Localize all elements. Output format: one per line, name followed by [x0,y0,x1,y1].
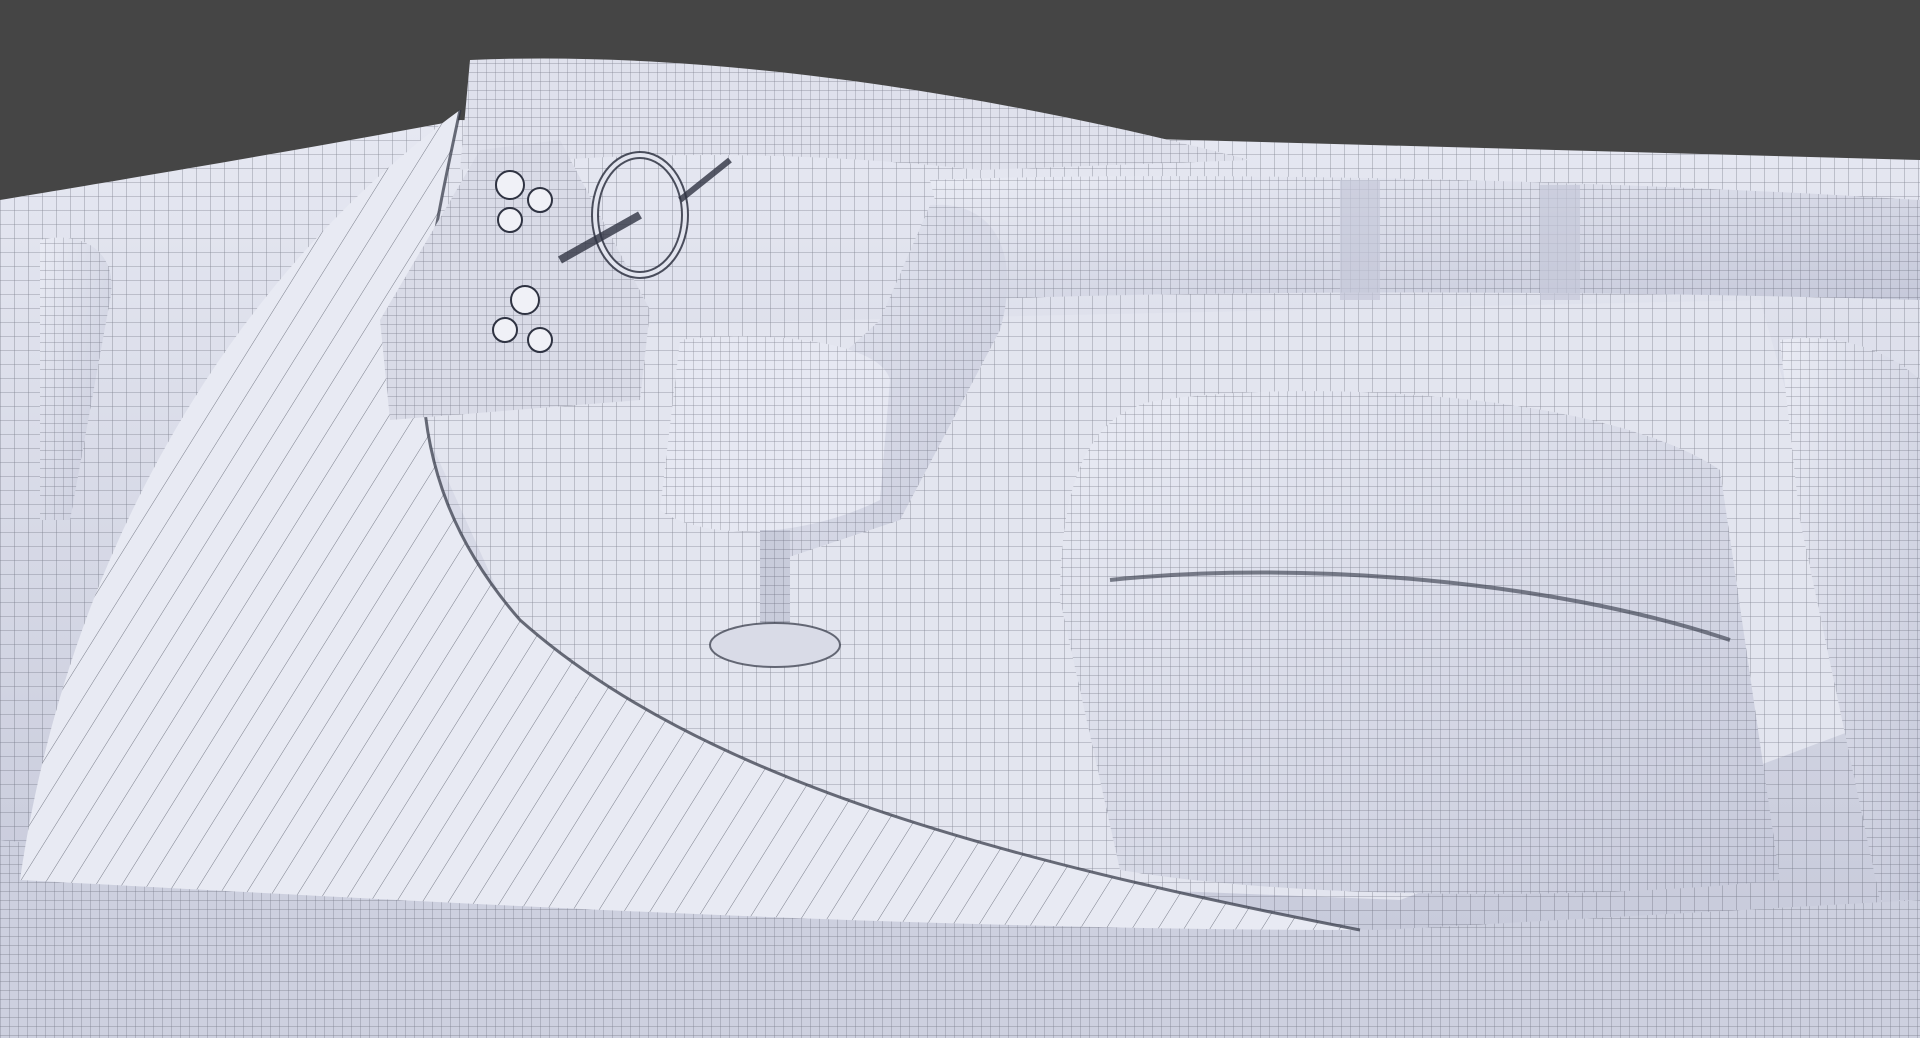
wireframe-boat-render [0,58,1920,1038]
render-viewport [0,0,1920,1038]
windshield-mesh [460,58,1250,171]
bench-seat-mesh [1060,391,1780,894]
side-bolster-mesh [930,176,1920,300]
